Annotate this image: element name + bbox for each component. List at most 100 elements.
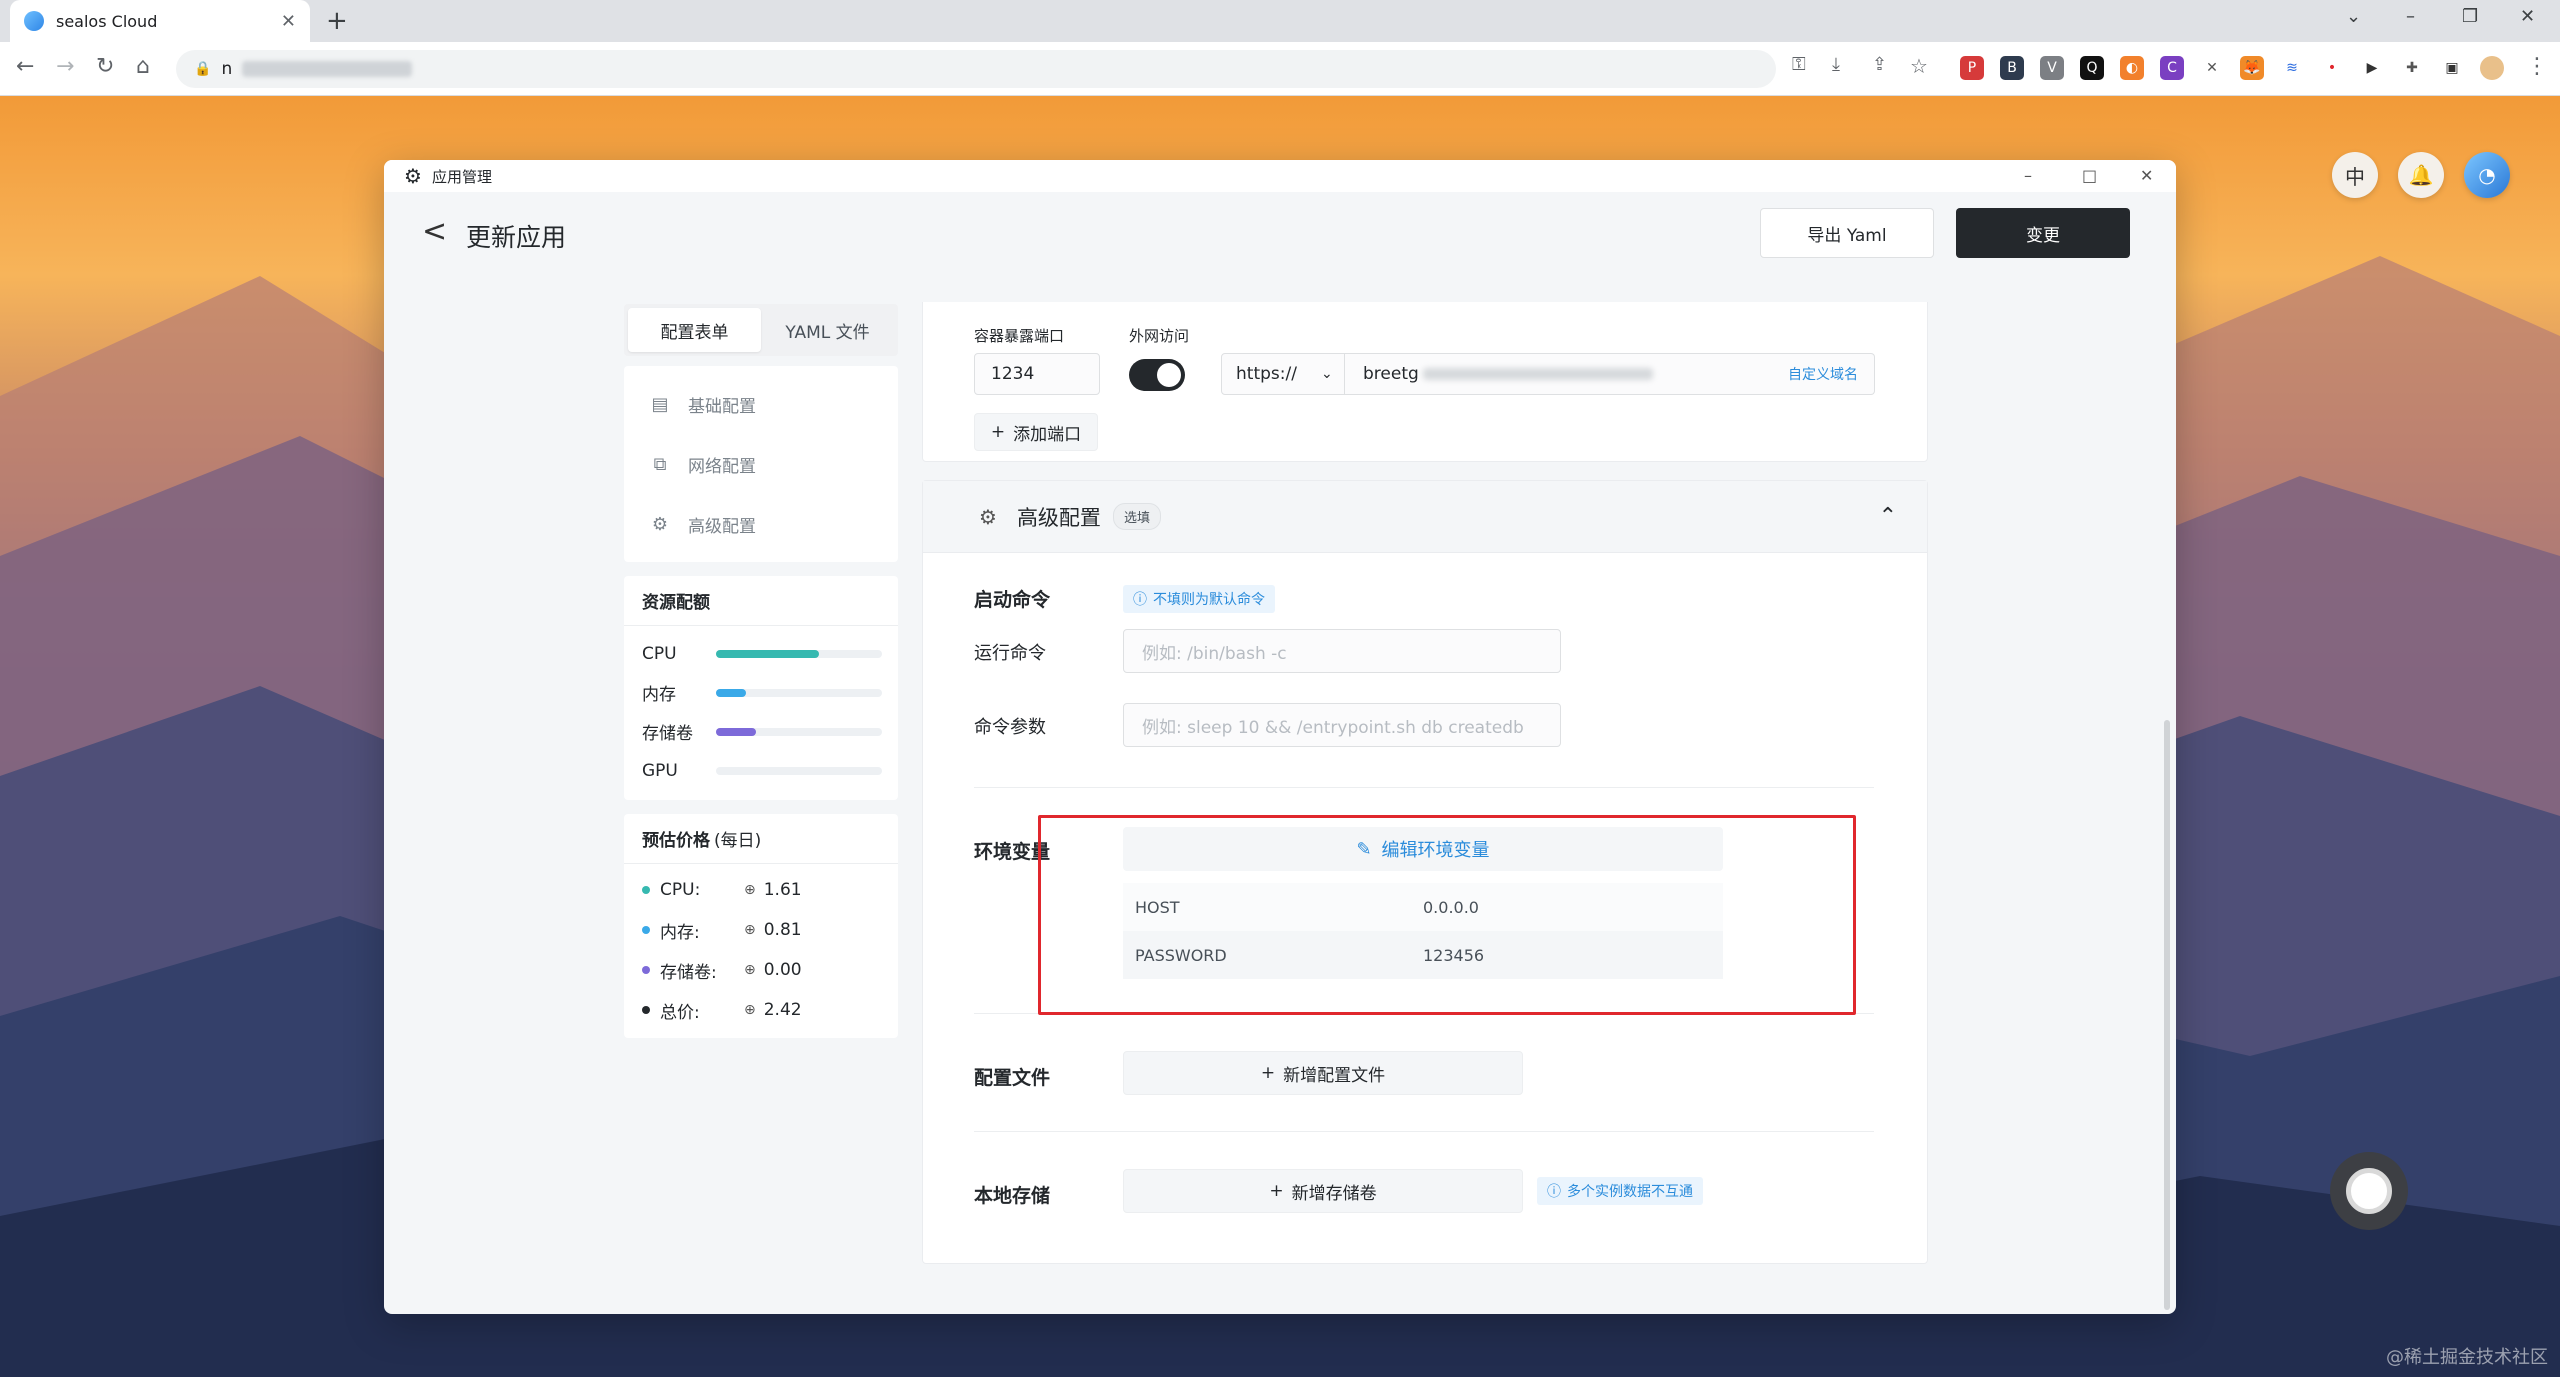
command-args-input[interactable]: 例如: sleep 10 && /entrypoint.sh db create… <box>1123 703 1561 747</box>
add-config-file-button[interactable]: + 新增配置文件 <box>1123 1051 1523 1095</box>
extension-icon[interactable]: ✕ <box>2200 56 2224 80</box>
run-command-label: 运行命令 <box>974 643 1046 664</box>
share-icon[interactable]: ⇪ <box>1872 54 1887 75</box>
app-logo-icon: ⚙ <box>404 164 422 188</box>
metamask-icon[interactable]: 🦊 <box>2240 56 2264 80</box>
env-var-row: HOST 0.0.0.0 <box>1123 883 1723 931</box>
nav-advanced-config[interactable]: ⚙ 高级配置 <box>624 494 898 554</box>
price-value: 2.42 <box>763 1000 802 1020</box>
price-label: 内存: <box>660 922 700 943</box>
divider <box>974 787 1874 788</box>
port-input[interactable]: 1234 <box>974 353 1100 395</box>
floating-assistant-button[interactable] <box>2330 1152 2408 1230</box>
public-access-toggle[interactable] <box>1129 359 1185 391</box>
network-icon: ⧉ <box>653 453 667 475</box>
circle-icon <box>2346 1168 2392 1214</box>
add-port-button[interactable]: + 添加端口 <box>974 413 1098 451</box>
extension-icon[interactable]: ◐ <box>2120 56 2144 80</box>
browser-tabstrip: sealos Cloud ✕ + ⌄ – ❐ ✕ <box>0 0 2560 42</box>
reload-icon[interactable]: ↻ <box>96 54 114 79</box>
address-bar[interactable]: 🔒 n <box>176 50 1776 88</box>
extension-icon[interactable]: P <box>1960 56 1984 80</box>
price-title: 预估价格 (每日) <box>624 814 898 864</box>
estimated-price-panel: 预估价格 (每日) CPU: ⊕ 1.61 内存: ⊕ 0.81 存储卷: ⊕ 0.00 总价: ⊕… <box>624 814 898 1038</box>
key-icon[interactable]: ⚿ <box>1792 54 1806 75</box>
extensions-puzzle-icon[interactable]: ✚ <box>2400 56 2424 80</box>
profile-avatar-icon[interactable] <box>2480 56 2504 80</box>
run-command-input[interactable]: 例如: /bin/bash -c <box>1123 629 1561 673</box>
price-value: 0.00 <box>763 960 802 980</box>
back-arrow-icon[interactable]: < <box>422 214 447 249</box>
coin-icon: ⊕ <box>744 922 756 938</box>
notification-bell-icon[interactable]: 🔔 <box>2398 152 2444 198</box>
protocol-select[interactable]: https:// ⌄ <box>1221 353 1345 395</box>
window-minimize-icon[interactable]: – <box>2024 166 2032 185</box>
extension-icon[interactable]: • <box>2320 56 2344 80</box>
custom-domain-link[interactable]: 自定义域名 <box>1788 364 1858 384</box>
page-title: 更新应用 <box>466 223 567 252</box>
install-icon[interactable]: ⤓ <box>1832 54 1840 75</box>
left-sidebar: 配置表单 YAML 文件 ▤ 基础配置 ⧉ 网络配置 ⚙ 高级配置 资源配额 C… <box>624 304 898 1038</box>
quota-bar <box>716 688 882 697</box>
coin-icon: ⊕ <box>744 882 756 898</box>
extension-icon[interactable]: V <box>2040 56 2064 80</box>
advanced-config-header[interactable]: ⚙ 高级配置 选填 ⌃ <box>923 481 1927 553</box>
nav-label: 网络配置 <box>688 456 756 477</box>
user-avatar-icon[interactable]: ◔ <box>2464 152 2510 198</box>
nav-label: 基础配置 <box>688 396 756 417</box>
menu-kebab-icon[interactable]: ⋮ <box>2526 54 2548 79</box>
home-icon[interactable]: ⌂ <box>136 54 150 79</box>
chevron-up-icon[interactable]: ⌃ <box>1879 504 1897 529</box>
local-storage-label: 本地存储 <box>974 1185 1051 1207</box>
tab-close-icon[interactable]: ✕ <box>281 11 296 32</box>
tab-search-icon[interactable]: ⌄ <box>2346 6 2361 27</box>
app-management-window: ⚙ 应用管理 – □ ✕ < 更新应用 导出 Yaml 变更 配置表单 YAML… <box>384 160 2176 1314</box>
side-panel-icon[interactable]: ▣ <box>2440 56 2464 80</box>
form-scroll-area[interactable]: 容器暴露端口 外网访问 1234 https:// ⌄ breetg 自定义域名… <box>922 302 1928 1314</box>
env-key: PASSWORD <box>1135 945 1227 965</box>
domain-field[interactable]: breetg 自定义域名 <box>1345 353 1875 395</box>
extension-icon[interactable]: B <box>2000 56 2024 80</box>
divider <box>974 1131 1874 1132</box>
restore-icon[interactable]: ❐ <box>2462 6 2478 27</box>
minimize-icon[interactable]: – <box>2406 6 2415 27</box>
edit-env-button[interactable]: ✎ 编辑环境变量 <box>1123 827 1723 871</box>
env-value: 0.0.0.0 <box>1423 897 1479 917</box>
new-tab-button[interactable]: + <box>326 6 348 36</box>
extension-icon[interactable]: C <box>2160 56 2184 80</box>
window-titlebar: ⚙ 应用管理 – □ ✕ <box>384 160 2176 192</box>
tab-config-form[interactable]: 配置表单 <box>628 308 761 352</box>
price-title-text: 预估价格 <box>642 831 710 851</box>
lock-icon: 🔒 <box>194 61 212 77</box>
language-switch-icon[interactable]: 中 <box>2332 152 2378 198</box>
quota-row: 内存 <box>624 673 898 712</box>
nav-basic-config[interactable]: ▤ 基础配置 <box>624 374 898 434</box>
env-var-section: 环境变量 ✎ 编辑环境变量 HOST 0.0.0.0 PASSWORD 1234… <box>923 827 1927 987</box>
media-icon[interactable]: ▶ <box>2360 56 2384 80</box>
close-window-icon[interactable]: ✕ <box>2520 6 2535 27</box>
forward-icon[interactable]: → <box>56 54 74 79</box>
extension-icon[interactable]: ≋ <box>2280 56 2304 80</box>
bookmark-star-icon[interactable]: ☆ <box>1910 54 1928 78</box>
nav-network-config[interactable]: ⧉ 网络配置 <box>624 434 898 494</box>
legend-dot <box>642 966 650 974</box>
extension-icon[interactable]: Q <box>2080 56 2104 80</box>
page-header: < 更新应用 导出 Yaml 变更 <box>384 192 2176 312</box>
back-icon[interactable]: ← <box>16 54 34 79</box>
add-storage-button[interactable]: + 新增存储卷 <box>1123 1169 1523 1213</box>
tab-yaml-file[interactable]: YAML 文件 <box>761 308 894 352</box>
domain-prefix: breetg <box>1363 364 1419 384</box>
network-config-card: 容器暴露端口 外网访问 1234 https:// ⌄ breetg 自定义域名… <box>922 302 1928 462</box>
pencil-icon: ✎ <box>1356 838 1372 860</box>
export-yaml-button[interactable]: 导出 Yaml <box>1760 208 1934 258</box>
quota-row: GPU <box>624 751 898 790</box>
window-maximize-icon[interactable]: □ <box>2082 166 2097 185</box>
change-button[interactable]: 变更 <box>1956 208 2130 258</box>
browser-tab[interactable]: sealos Cloud ✕ <box>10 0 310 42</box>
window-close-icon[interactable]: ✕ <box>2140 166 2153 185</box>
plus-icon: + <box>1269 1181 1284 1201</box>
legend-dot <box>642 886 650 894</box>
scrollbar[interactable] <box>2164 720 2170 1310</box>
price-value: 1.61 <box>763 880 802 900</box>
toggle-knob <box>1157 363 1181 387</box>
